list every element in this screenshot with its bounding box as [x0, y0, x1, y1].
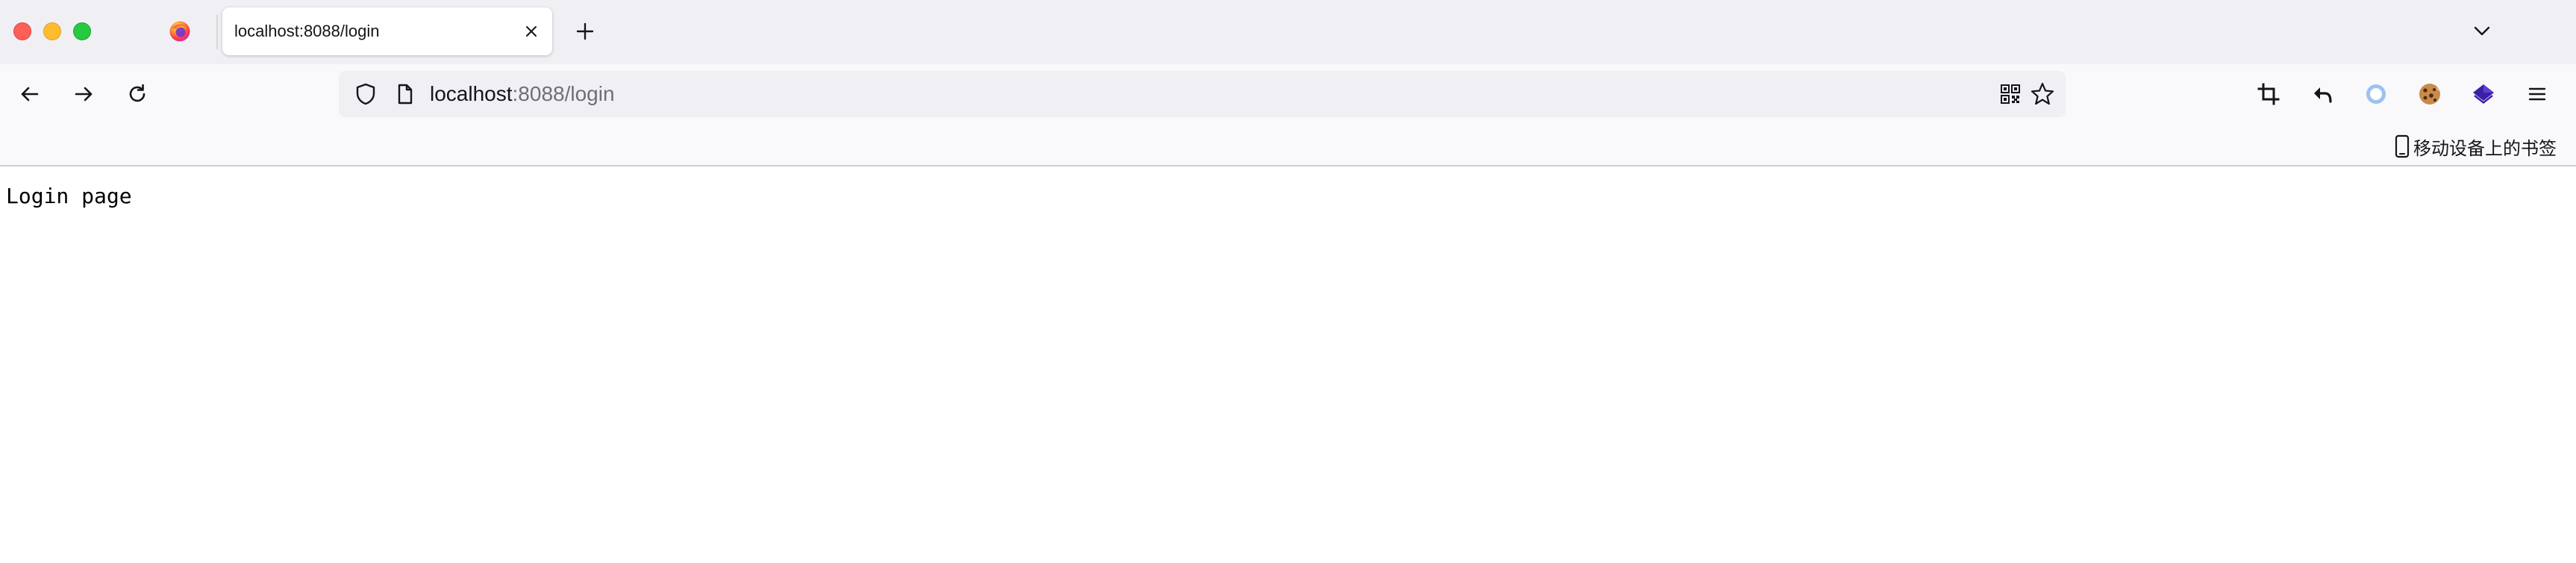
cookie-icon[interactable] [2416, 81, 2443, 108]
url-path: :8088/login [512, 82, 615, 105]
page-text: Login page [6, 184, 132, 208]
mobile-device-icon [2395, 134, 2410, 158]
url-text[interactable]: localhost:8088/login [430, 71, 615, 117]
toolbar-divider [0, 165, 2576, 167]
qr-code-icon[interactable] [1997, 81, 2024, 108]
window-maximize-button[interactable] [73, 22, 91, 40]
layers-extension-icon[interactable] [2470, 81, 2497, 108]
window-minimize-button[interactable] [43, 22, 61, 40]
menu-icon[interactable] [2524, 81, 2551, 108]
tab-close-icon[interactable] [521, 21, 542, 42]
window-close-button[interactable] [13, 22, 31, 40]
list-all-tabs-icon[interactable] [2469, 18, 2495, 45]
back-icon[interactable] [16, 81, 43, 108]
undo-icon[interactable] [2309, 81, 2336, 108]
forward-icon[interactable] [70, 81, 97, 108]
new-tab-icon[interactable] [572, 18, 598, 45]
circle-extension-icon[interactable] [2363, 81, 2389, 108]
tracking-protection-shield-icon[interactable] [352, 81, 379, 108]
tab-separator [216, 15, 218, 49]
crop-icon[interactable] [2255, 81, 2282, 108]
reload-icon[interactable] [124, 81, 151, 108]
bookmark-star-icon[interactable] [2028, 80, 2057, 108]
tab-active[interactable]: localhost:8088/login [222, 7, 552, 55]
firefox-icon[interactable] [169, 20, 191, 43]
url-bar[interactable]: localhost:8088/login [339, 71, 2066, 117]
url-host: localhost [430, 82, 513, 105]
page-info-icon[interactable] [391, 81, 418, 108]
tab-title: localhost:8088/login [234, 22, 380, 40]
mobile-bookmarks-item[interactable]: 移动设备上的书签 [2394, 133, 2557, 160]
mobile-bookmarks-label: 移动设备上的书签 [2413, 138, 2557, 159]
bookmarks-toolbar [0, 128, 2576, 166]
